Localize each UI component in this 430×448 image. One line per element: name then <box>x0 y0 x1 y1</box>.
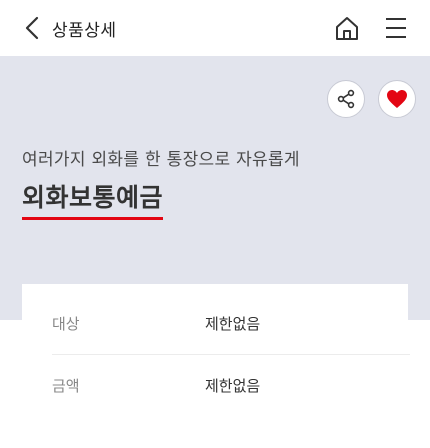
menu-button[interactable] <box>384 16 408 40</box>
info-value: 제한없음 <box>205 377 261 395</box>
info-row-amount: 금액 제한없음 <box>52 375 410 399</box>
product-title: 외화보통예금 <box>22 178 164 220</box>
home-icon <box>336 17 358 40</box>
info-value: 제한없음 <box>205 315 261 333</box>
info-label: 대상 <box>52 315 80 333</box>
chevron-left-icon <box>25 16 39 40</box>
share-icon <box>337 89 355 109</box>
heart-icon <box>387 90 407 108</box>
back-button[interactable] <box>20 14 44 42</box>
top-header: 상품상세 <box>0 0 430 56</box>
info-label: 금액 <box>52 377 80 395</box>
info-row-target: 대상 제한없음 <box>52 313 410 337</box>
hamburger-menu-icon <box>386 18 406 38</box>
page-title: 상품상세 <box>52 21 117 41</box>
product-info-card: 대상 제한없음 금액 제한없음 <box>22 284 410 448</box>
divider <box>52 354 410 355</box>
share-button[interactable] <box>327 80 365 118</box>
favorite-button[interactable] <box>378 80 416 118</box>
product-subtitle: 여러가지 외화를 한 통장으로 자유롭게 <box>22 150 300 170</box>
home-button[interactable] <box>333 14 361 42</box>
